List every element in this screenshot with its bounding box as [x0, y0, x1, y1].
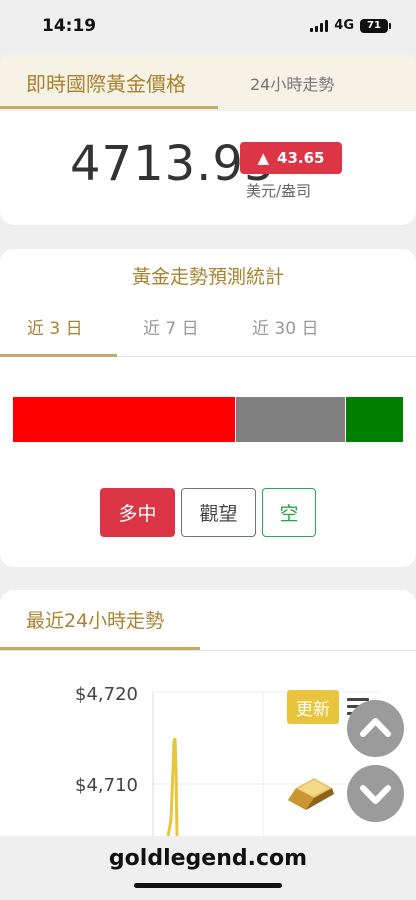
price-unit: 美元/盎司: [246, 182, 312, 200]
tab-30-days[interactable]: 近 30 日: [252, 314, 318, 339]
url-domain[interactable]: goldlegend.com: [0, 846, 416, 871]
battery-level: 71: [367, 20, 381, 31]
bull-vote-button[interactable]: 多中: [100, 488, 175, 537]
forecast-title: 黃金走勢預測統計: [131, 266, 284, 288]
forecast-watch-segment: [236, 397, 345, 442]
tab-7-days[interactable]: 近 7 日: [143, 314, 199, 339]
scroll-up-button[interactable]: [347, 700, 404, 757]
status-time: 14:19: [42, 16, 97, 36]
price-change-badge: ▲ 43.65: [240, 142, 342, 174]
tab-active-underline: [0, 106, 218, 109]
price-series-line: [166, 737, 179, 836]
scroll-down-button[interactable]: [347, 765, 404, 822]
y-tick-4720: $4,720: [75, 684, 138, 705]
forecast-bull-segment: [13, 397, 235, 442]
home-indicator[interactable]: [134, 883, 282, 888]
bear-vote-button[interactable]: 空: [262, 488, 316, 537]
watch-vote-button[interactable]: 觀望: [181, 488, 256, 537]
chevron-down-icon: [360, 785, 391, 804]
forecast-tab-underline: [0, 354, 117, 357]
price-change: 43.65: [277, 149, 325, 167]
signal-icon: [310, 19, 329, 32]
tab-live-price[interactable]: 即時國際黃金價格: [26, 68, 186, 97]
forecast-bear-segment: [346, 397, 403, 442]
chevron-up-icon: [360, 718, 391, 737]
tab-3-days[interactable]: 近 3 日: [27, 314, 83, 339]
gold-bar-icon: [288, 778, 334, 810]
status-indicators: 4G 71: [310, 18, 391, 33]
up-arrow-icon: ▲: [257, 149, 270, 167]
status-bar: 14:19 4G 71: [0, 0, 416, 52]
trend-title: 最近24小時走勢: [26, 610, 165, 632]
battery-icon: 71: [360, 18, 391, 33]
refresh-button[interactable]: 更新: [287, 690, 339, 724]
y-tick-4710: $4,710: [75, 775, 138, 796]
tab-24h-trend[interactable]: 24小時走勢: [250, 71, 334, 95]
network-label: 4G: [334, 18, 354, 33]
